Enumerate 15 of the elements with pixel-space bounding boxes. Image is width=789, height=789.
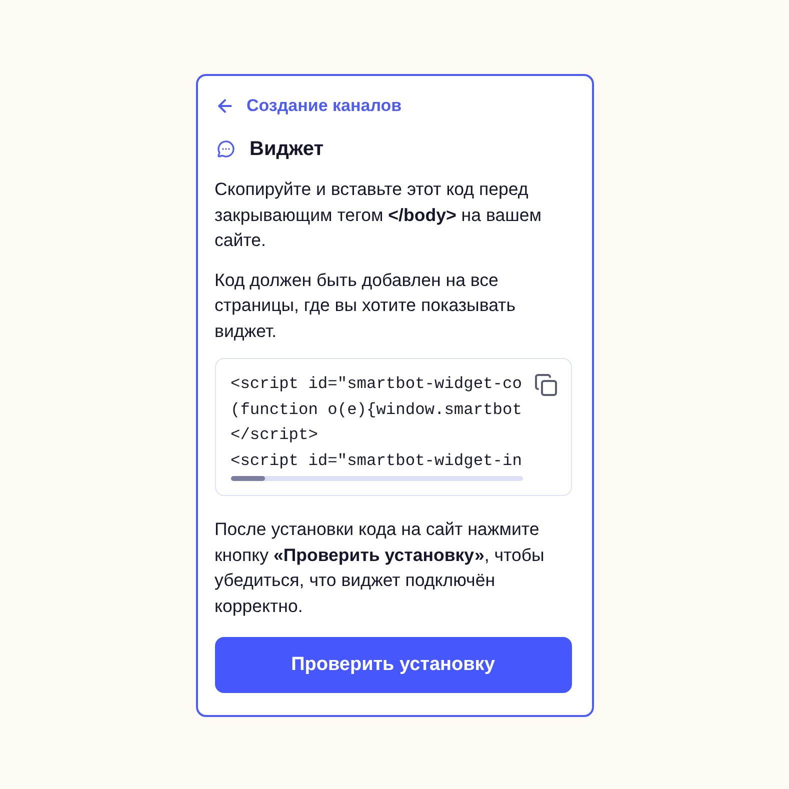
back-link[interactable]: Создание каналов bbox=[214, 94, 402, 118]
widget-title: Виджет bbox=[250, 137, 324, 162]
note-text: После установки кода на сайт нажмите кнопку «Проверить установку», чтобы убедиться, что виджет подключён корректно. bbox=[214, 518, 546, 618]
code-line: </script> bbox=[230, 425, 319, 446]
check-installation-button[interactable]: Проверить установку bbox=[214, 637, 572, 693]
code-line: <script id="smartbot-widget-in bbox=[230, 450, 522, 472]
scrollbar-track[interactable] bbox=[230, 476, 522, 481]
chat-bubble-icon bbox=[216, 140, 234, 158]
instruction-text: Скопируйте и вставьте этот код перед закрывающим тегом </body> на вашем сайте. bbox=[214, 178, 542, 252]
copy-button[interactable] bbox=[534, 373, 558, 397]
scrollbar-thumb[interactable] bbox=[230, 476, 264, 481]
instruction-text: Код должен быть добавлен на все страницы, где вы хотите показывать виджет. bbox=[214, 268, 516, 342]
code-line: <script id="smartbot-widget-co bbox=[230, 374, 522, 395]
copy-icon bbox=[534, 373, 558, 397]
code-line: (function o(e){window.smartbot bbox=[230, 400, 522, 420]
